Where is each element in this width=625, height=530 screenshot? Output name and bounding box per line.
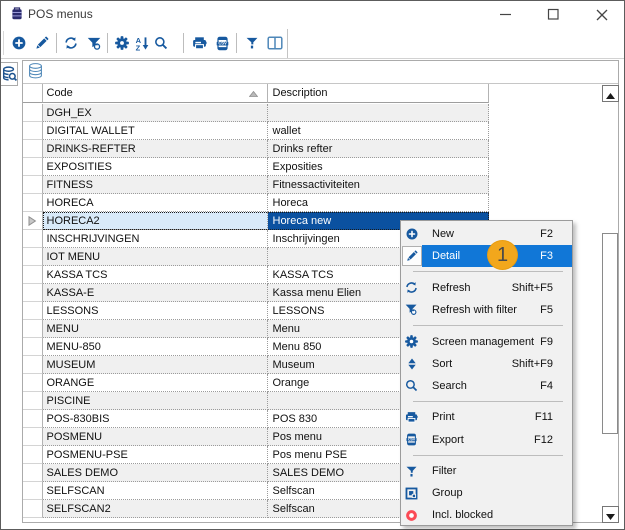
svg-text:CSV: CSV xyxy=(218,41,227,46)
svg-text:Z: Z xyxy=(136,43,141,51)
svg-text:CSV: CSV xyxy=(408,438,416,442)
